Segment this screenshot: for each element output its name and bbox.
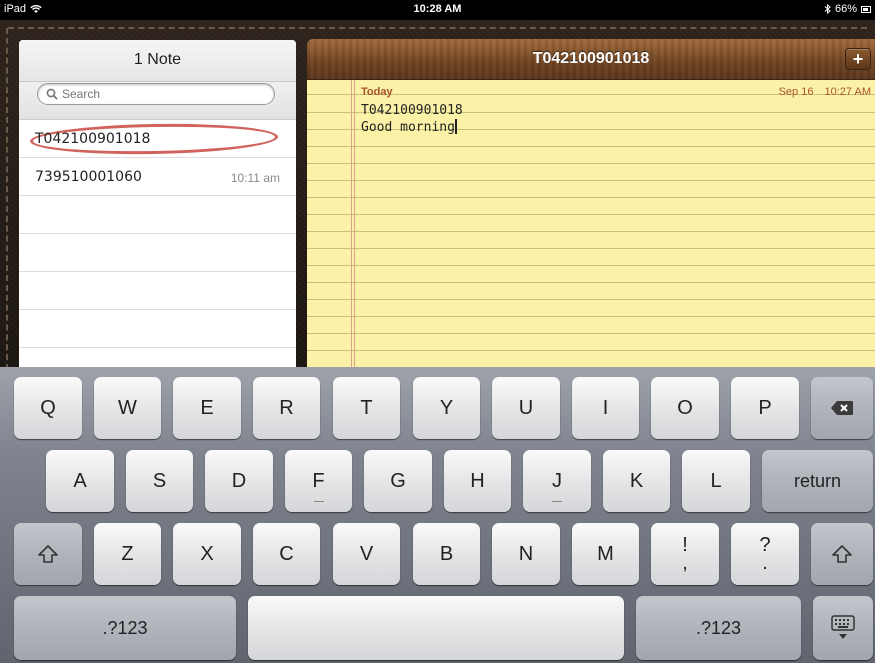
numbers-key-right[interactable]: .?123	[636, 596, 801, 660]
key-g[interactable]: G	[364, 450, 432, 512]
key-v[interactable]: V	[333, 523, 400, 585]
note-date: Sep 16	[778, 86, 814, 98]
note-body[interactable]: T042100901018 Good morning	[361, 102, 463, 136]
key-o[interactable]: O	[651, 377, 719, 439]
key-lower-char: .	[762, 552, 768, 574]
key-c[interactable]: C	[253, 523, 320, 585]
search-input[interactable]	[37, 83, 275, 105]
shift-key-right[interactable]	[811, 523, 873, 585]
stitching-top	[8, 27, 867, 29]
note-body-line: T042100901018	[361, 103, 463, 118]
notes-list-panel: 1 Note T042100901018 739510001060 10:11 …	[19, 40, 296, 370]
key-h[interactable]: H	[444, 450, 511, 512]
onscreen-keyboard: Q W E R T Y U I O P A S D F G H J K L re…	[0, 367, 875, 663]
leather-frame: 1 Note T042100901018 739510001060 10:11 …	[0, 20, 875, 370]
key-p[interactable]: P	[731, 377, 799, 439]
shift-icon	[832, 545, 852, 563]
empty-row	[19, 310, 296, 348]
key-f[interactable]: F	[285, 450, 352, 512]
shift-icon	[38, 545, 58, 563]
key-r[interactable]: R	[253, 377, 320, 439]
notes-list-header: 1 Note	[19, 40, 296, 82]
hide-keyboard-icon	[831, 615, 855, 639]
key-i[interactable]: I	[572, 377, 639, 439]
key-y[interactable]: Y	[413, 377, 480, 439]
note-list-item[interactable]: T042100901018	[19, 120, 296, 158]
key-l[interactable]: L	[682, 450, 750, 512]
return-key[interactable]: return	[762, 450, 873, 512]
note-title: T042100901018	[532, 50, 650, 67]
add-note-button[interactable]: +	[845, 48, 871, 70]
note-list-item-title: 739510001060	[35, 169, 142, 185]
empty-row	[19, 196, 296, 234]
space-bar[interactable]	[248, 596, 624, 660]
return-label: return	[793, 470, 842, 491]
key-e[interactable]: E	[173, 377, 241, 439]
note-date-label: Today	[361, 86, 393, 98]
key-j[interactable]: J	[523, 450, 591, 512]
key-n[interactable]: N	[492, 523, 560, 585]
note-time: 10:27 AM	[824, 86, 871, 98]
backspace-icon	[831, 401, 853, 415]
text-cursor	[454, 119, 457, 134]
note-editor: T042100901018 + Today Sep 16 10:27 AM T0…	[307, 39, 875, 370]
note-paper[interactable]: Today Sep 16 10:27 AM T042100901018 Good…	[307, 80, 875, 370]
bluetooth-icon	[824, 4, 831, 14]
stitching-left	[6, 28, 8, 370]
margin-line	[351, 80, 352, 370]
numbers-label: .?123	[102, 617, 148, 638]
key-stack: ? .	[759, 535, 770, 574]
note-body-line-with-cursor: Good morning	[361, 119, 463, 136]
key-stack: ! ,	[682, 535, 688, 574]
key-k[interactable]: K	[603, 450, 670, 512]
battery-percent: 66%	[834, 3, 857, 15]
backspace-key[interactable]	[811, 377, 873, 439]
hide-keyboard-key[interactable]	[813, 596, 873, 660]
note-list-item-title: T042100901018	[35, 131, 151, 147]
margin-line	[354, 80, 355, 370]
empty-row	[19, 272, 296, 310]
battery-icon	[861, 5, 871, 13]
status-time: 10:28 AM	[413, 3, 462, 15]
key-q[interactable]: Q	[14, 377, 82, 439]
note-timestamp: Sep 16 10:27 AM	[779, 86, 871, 98]
status-bar: iPad 10:28 AM 66%	[0, 0, 875, 20]
note-body-line: Good morning	[361, 120, 455, 135]
numbers-key-left[interactable]: .?123	[14, 596, 236, 660]
note-list-item[interactable]: 739510001060 10:11 am	[19, 158, 296, 196]
key-m[interactable]: M	[572, 523, 639, 585]
key-u[interactable]: U	[492, 377, 560, 439]
key-z[interactable]: Z	[94, 523, 161, 585]
key-b[interactable]: B	[413, 523, 480, 585]
notes-count-title: 1 Note	[133, 51, 182, 68]
empty-row	[19, 234, 296, 272]
note-list-item-time: 10:11 am	[230, 171, 280, 185]
key-d[interactable]: D	[205, 450, 273, 512]
search-icon	[46, 88, 58, 100]
key-w[interactable]: W	[94, 377, 161, 439]
key-lower-char: ,	[682, 552, 688, 574]
key-s[interactable]: S	[126, 450, 193, 512]
numbers-label: .?123	[695, 617, 742, 638]
key-question-period[interactable]: ? .	[731, 523, 799, 585]
note-header: T042100901018 +	[307, 39, 875, 80]
key-t[interactable]: T	[333, 377, 400, 439]
key-x[interactable]: X	[173, 523, 241, 585]
search-bar	[19, 82, 296, 120]
key-a[interactable]: A	[46, 450, 114, 512]
shift-key-left[interactable]	[14, 523, 82, 585]
key-exclaim-comma[interactable]: ! ,	[651, 523, 719, 585]
status-right: 66%	[824, 3, 871, 15]
